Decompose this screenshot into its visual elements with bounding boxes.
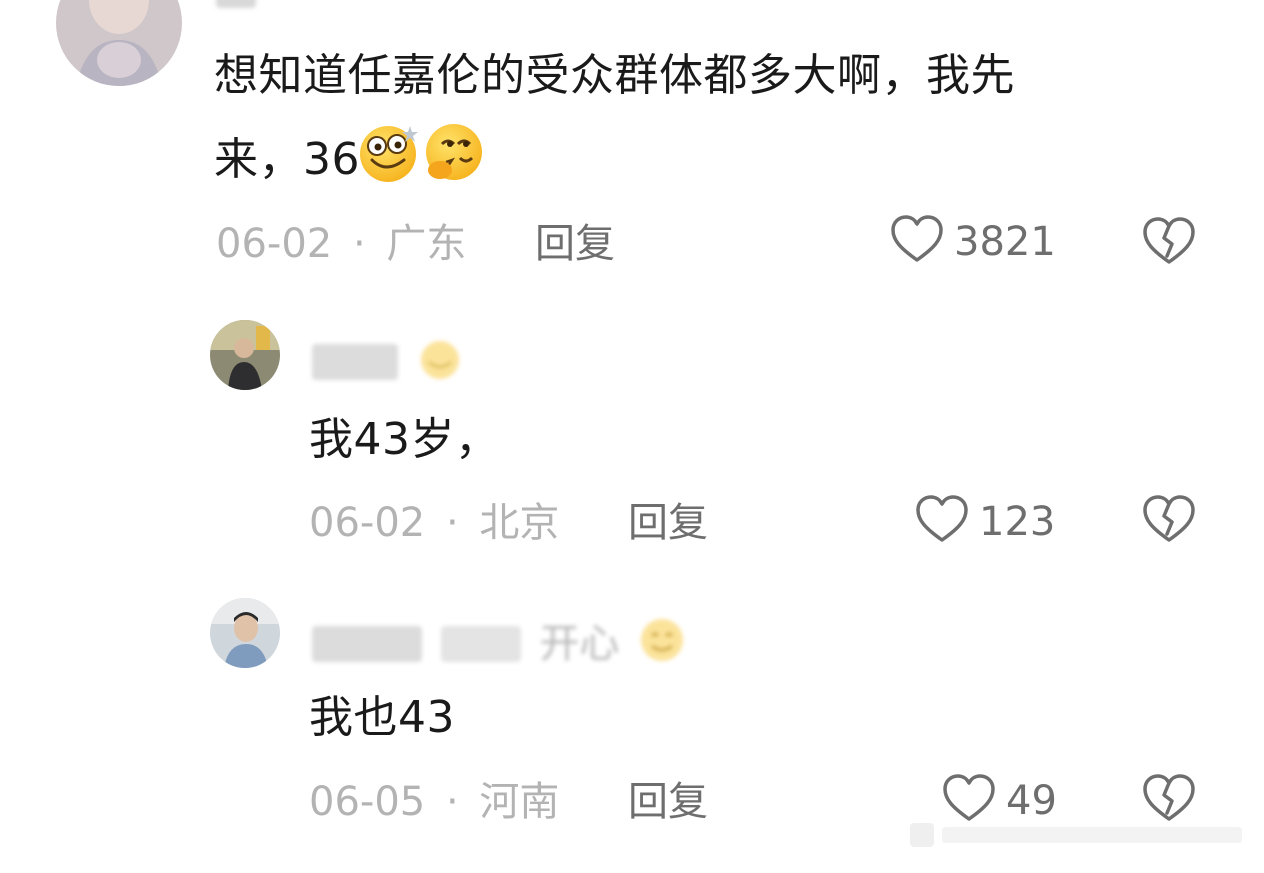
- username-visible-text: 开心: [539, 620, 620, 667]
- reply-button[interactable]: 回复: [535, 224, 615, 264]
- username[interactable]: 开心: [312, 616, 688, 671]
- like-count: 123: [979, 499, 1056, 545]
- comment-text-line2: 来，36: [214, 134, 360, 185]
- heart-icon: [890, 214, 944, 270]
- comment-meta: 06-02 · 广东: [216, 224, 466, 264]
- comment-text: 我也43: [309, 692, 455, 743]
- comment-location: 北京: [479, 500, 560, 546]
- comment-text: 我43岁，: [309, 414, 500, 465]
- dizzy-face-emoji-icon: [356, 120, 424, 204]
- dislike-button[interactable]: [1142, 494, 1196, 550]
- heart-icon: [915, 494, 969, 550]
- username-blurred[interactable]: [216, 0, 256, 8]
- comment-location: 广东: [386, 221, 467, 267]
- username-blurred[interactable]: [312, 336, 465, 387]
- broken-heart-icon: [1142, 495, 1196, 550]
- dislike-button[interactable]: [1142, 216, 1196, 272]
- comment-date: 06-02: [216, 221, 333, 267]
- watermark: [910, 815, 1250, 859]
- like-count: 3821: [954, 219, 1056, 265]
- avatar[interactable]: [210, 320, 280, 390]
- avatar[interactable]: [56, 0, 182, 86]
- username-emoji-icon: [415, 336, 465, 387]
- avatar[interactable]: [210, 598, 280, 668]
- meta-separator: ·: [445, 779, 459, 825]
- comment-date: 06-05: [309, 779, 426, 825]
- comment-meta: 06-05 · 河南: [309, 782, 559, 822]
- like-button[interactable]: 3821: [890, 214, 1056, 270]
- shy-blushing-emoji-icon: [420, 120, 488, 204]
- meta-separator: ·: [352, 221, 366, 267]
- comment-text: 想知道任嘉伦的受众群体都多大啊，我先: [214, 42, 1015, 110]
- broken-heart-icon: [1142, 217, 1196, 272]
- comment-location: 河南: [479, 779, 560, 825]
- smile-emoji-icon: [636, 616, 688, 671]
- comment-text-line1: 想知道任嘉伦的受众群体都多大啊，我先: [214, 50, 1015, 101]
- reply-button[interactable]: 回复: [628, 503, 708, 543]
- comment-date: 06-02: [309, 500, 426, 546]
- like-button[interactable]: 123: [915, 494, 1055, 550]
- comment-text: 来，36: [214, 120, 488, 204]
- comment-meta: 06-02 · 北京: [309, 503, 559, 543]
- reply-button[interactable]: 回复: [628, 782, 708, 822]
- meta-separator: ·: [445, 500, 459, 546]
